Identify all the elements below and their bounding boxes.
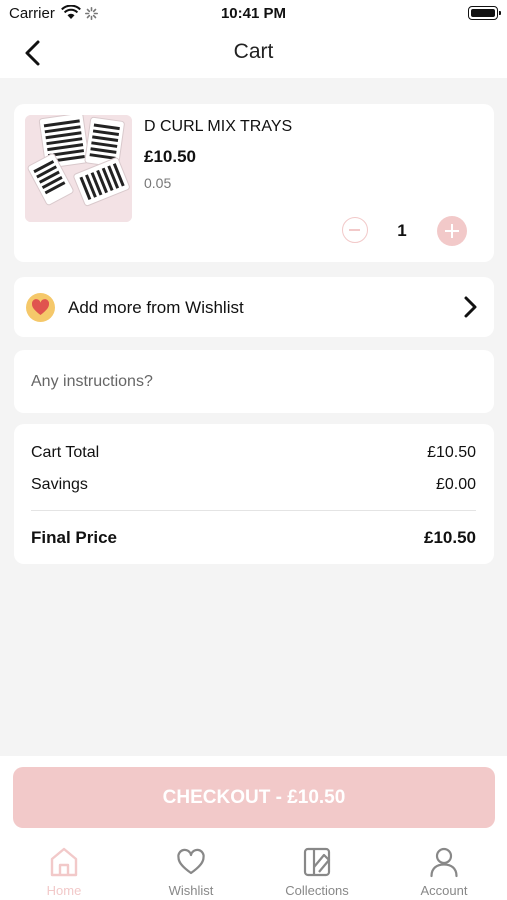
instructions-input[interactable] [14,350,494,413]
cart-total-label: Cart Total [31,444,100,461]
quantity-value: 1 [397,221,407,240]
chevron-right-icon [464,296,477,318]
nav-bar: Cart [0,28,507,78]
collections-icon [303,847,331,877]
tab-collections-label: Collections [285,883,349,898]
product-price: £10.50 [144,147,196,166]
product-name[interactable]: D CURL MIX TRAYS [144,118,292,136]
heart-icon [31,299,50,315]
order-summary: Cart Total £10.50 Savings £0.00 Final Pr… [14,424,494,564]
battery-icon [468,6,501,20]
wishlist-row-label: Add more from Wishlist [68,298,244,317]
divider [31,510,476,511]
product-variant: 0.05 [144,175,172,191]
increase-quantity-button[interactable] [437,216,467,246]
cart-item-card: D CURL MIX TRAYS £10.50 0.05 1 [14,104,494,262]
status-time: 10:41 PM [220,5,287,22]
final-price-label: Final Price [31,528,117,547]
checkout-button[interactable]: CHECKOUT - £10.50 [13,767,495,828]
lash-trays-picture [25,115,132,222]
heart-outline-icon [177,848,205,875]
chevron-left-icon [25,40,40,66]
tab-home-label: Home [46,883,82,898]
tab-account-label: Account [420,883,468,898]
savings-label: Savings [31,476,88,493]
tab-wishlist-label: Wishlist [168,883,214,898]
savings-value: £0.00 [435,476,476,493]
decrease-quantity-button[interactable] [342,217,368,243]
tab-account[interactable]: Account [389,846,499,898]
add-from-wishlist-row[interactable]: Add more from Wishlist [14,277,494,337]
back-button[interactable] [18,37,50,69]
tab-wishlist[interactable]: Wishlist [136,846,246,898]
person-icon [430,847,458,878]
page-title: Cart [233,40,274,63]
status-bar: Carrier 10:41 PM [0,0,507,28]
cart-total-value: £10.50 [427,444,476,461]
bottom-bar: CHECKOUT - £10.50 Home Wishlist Collecti… [0,756,507,900]
tab-collections[interactable]: Collections [262,846,372,898]
home-icon [50,847,78,877]
instructions-card [14,350,494,413]
final-price-value: £10.50 [424,528,476,547]
tab-home[interactable]: Home [9,846,119,898]
product-image[interactable] [25,115,132,222]
heart-badge [26,293,55,322]
